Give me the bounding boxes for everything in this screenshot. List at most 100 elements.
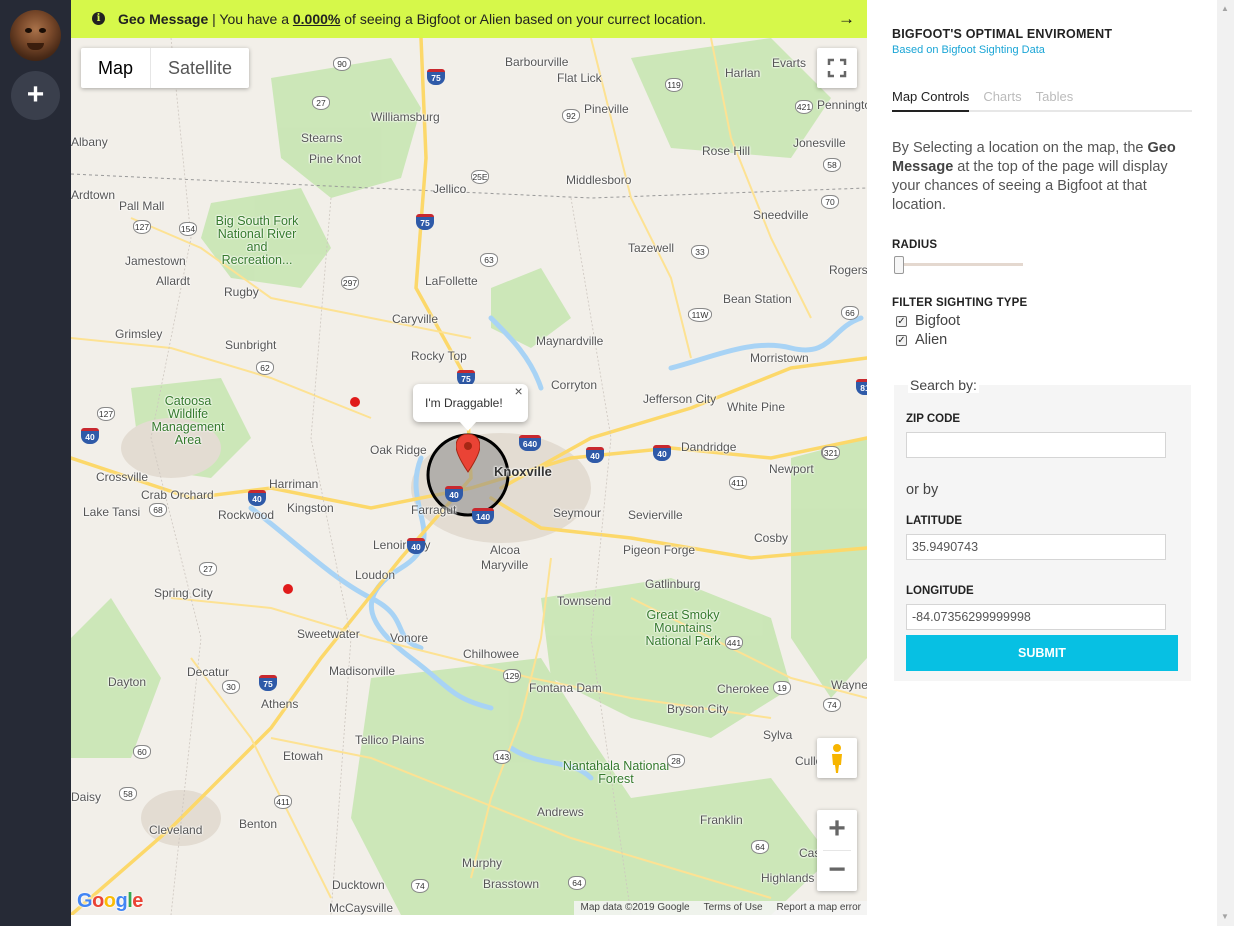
- park-label: Big South Fork National River and Recrea…: [215, 214, 299, 267]
- panel-subtitle: Based on Bigfoot Sighting Data: [892, 44, 1045, 56]
- map-type-control: Map Satellite: [81, 48, 250, 88]
- route-shield: 33: [691, 245, 709, 259]
- interstate-shield: 640: [519, 435, 541, 451]
- draggable-tooltip: I'm Draggable! ×: [413, 383, 528, 431]
- map-label: Pennington Gap: [817, 98, 867, 112]
- geo-message-suffix: of seeing a Bigfoot or Alien based on yo…: [340, 11, 707, 27]
- info-circle-icon: i: [92, 12, 105, 25]
- control-panel: BIGFOOT'S OPTIMAL ENVIROMENT Based on Bi…: [867, 0, 1217, 926]
- map-label: Flat Lick: [557, 71, 602, 85]
- radius-slider-track[interactable]: [897, 263, 1023, 266]
- arrow-right-icon[interactable]: →: [838, 0, 855, 38]
- street-view-button[interactable]: [817, 738, 857, 778]
- route-shield: 421: [795, 100, 813, 114]
- add-button[interactable]: +: [11, 71, 60, 120]
- map-type-map-button[interactable]: Map: [81, 48, 152, 88]
- map-label: Dandridge: [681, 440, 737, 454]
- panel-tabs: Map Controls Charts Tables: [892, 86, 1192, 112]
- map-label: Fontana Dam: [529, 681, 602, 695]
- map-label: Grimsley: [115, 327, 163, 341]
- map-label: Lake Tansi: [83, 505, 141, 519]
- map-label: Murphy: [462, 856, 503, 870]
- filter-bigfoot[interactable]: ✓ Bigfoot: [896, 313, 960, 329]
- geo-message-banner: i Geo Message | You have a 0.000% of see…: [71, 0, 867, 38]
- avatar[interactable]: [10, 10, 61, 61]
- map-label: Evarts: [772, 56, 807, 70]
- map[interactable]: Barbourville Harlan Evarts Flat Lick Pen…: [71, 38, 867, 915]
- map-label: Jamestown: [125, 254, 186, 268]
- search-legend: Search by:: [908, 377, 979, 393]
- route-shield: 68: [149, 503, 167, 517]
- radius-slider-thumb[interactable]: [894, 256, 904, 274]
- map-label: Farragut: [411, 503, 457, 517]
- map-label: McCaysville: [329, 901, 394, 915]
- geo-message-prefix: | You have a: [208, 11, 293, 27]
- page-scrollbar[interactable]: ▲ ▼: [1217, 0, 1234, 926]
- latitude-input[interactable]: 35.9490743: [906, 534, 1166, 560]
- map-label: Crossville: [96, 470, 149, 484]
- left-rail: +: [0, 0, 71, 926]
- route-shield: 62: [256, 361, 274, 375]
- route-shield: 119: [665, 78, 683, 92]
- route-shield: 70: [821, 195, 839, 209]
- map-label: Middlesboro: [566, 173, 632, 187]
- map-label: Caryville: [392, 312, 439, 326]
- map-label: Rugby: [224, 285, 259, 299]
- map-label: Benton: [239, 817, 278, 831]
- map-label: Daisy: [71, 790, 102, 804]
- submit-button[interactable]: SUBMIT: [906, 635, 1178, 671]
- tab-tables[interactable]: Tables: [1036, 86, 1074, 110]
- interstate-shield: 40: [653, 445, 671, 461]
- map-label: Decatur: [187, 665, 230, 679]
- bigfoot-checkbox[interactable]: ✓: [896, 315, 907, 327]
- logo-letter: o: [92, 890, 104, 912]
- report-map-error-link[interactable]: Report a map error: [777, 901, 861, 915]
- tab-map-controls[interactable]: Map Controls: [892, 86, 970, 112]
- tab-charts[interactable]: Charts: [983, 86, 1021, 110]
- route-shield: 411: [729, 476, 747, 490]
- route-shield: 441: [725, 636, 743, 650]
- map-base-layer: [71, 38, 867, 915]
- route-shield: 297: [341, 276, 359, 290]
- scroll-down-icon[interactable]: ▼: [1221, 912, 1229, 921]
- sighting-dot: [350, 397, 360, 407]
- map-label: Bryson City: [667, 702, 729, 716]
- map-type-satellite-button[interactable]: Satellite: [151, 48, 249, 88]
- close-icon[interactable]: ×: [514, 372, 522, 410]
- zoom-out-button[interactable]: −: [817, 851, 857, 891]
- route-shield: 63: [480, 253, 498, 267]
- map-label: Stearns: [301, 131, 343, 145]
- map-label: Athens: [261, 697, 299, 711]
- route-shield: 127: [97, 407, 115, 421]
- zoom-in-button[interactable]: +: [817, 810, 857, 850]
- route-shield: 143: [493, 750, 511, 764]
- map-pin-icon[interactable]: [456, 434, 480, 474]
- filter-alien[interactable]: ✓ Alien: [896, 332, 947, 348]
- map-label: Sunbright: [225, 338, 277, 352]
- map-label: Brasstown: [483, 877, 540, 891]
- radius-label: RADIUS: [892, 239, 938, 251]
- alien-checkbox[interactable]: ✓: [896, 334, 907, 346]
- instructions-text: By Selecting a location on the map, the …: [892, 139, 1197, 215]
- interstate-shield: 40: [407, 538, 425, 554]
- map-label: Loudon: [355, 568, 396, 582]
- map-label: Kingston: [287, 501, 334, 515]
- route-shield: 64: [751, 840, 769, 854]
- map-attribution: Map data ©2019 Google Terms of Use Repor…: [574, 901, 867, 915]
- route-shield: 11W: [688, 308, 712, 322]
- map-label: Alcoa: [490, 543, 521, 557]
- zip-code-input[interactable]: [906, 432, 1166, 458]
- route-shield: 60: [133, 745, 151, 759]
- map-label: Jellico: [433, 182, 467, 196]
- route-shield: 90: [333, 57, 351, 71]
- route-shield: 28: [667, 754, 685, 768]
- park-label: Catoosa Wildlife Management Area: [151, 394, 225, 447]
- fullscreen-button[interactable]: [817, 48, 857, 88]
- interstate-shield: 40: [81, 428, 99, 444]
- scroll-up-icon[interactable]: ▲: [1221, 4, 1229, 13]
- longitude-input[interactable]: -84.07356299999998: [906, 604, 1166, 630]
- terms-of-use-link[interactable]: Terms of Use: [704, 901, 763, 915]
- route-shield: 27: [199, 562, 217, 576]
- map-data-credit: Map data ©2019 Google: [580, 902, 690, 913]
- map-label: Harriman: [269, 477, 319, 491]
